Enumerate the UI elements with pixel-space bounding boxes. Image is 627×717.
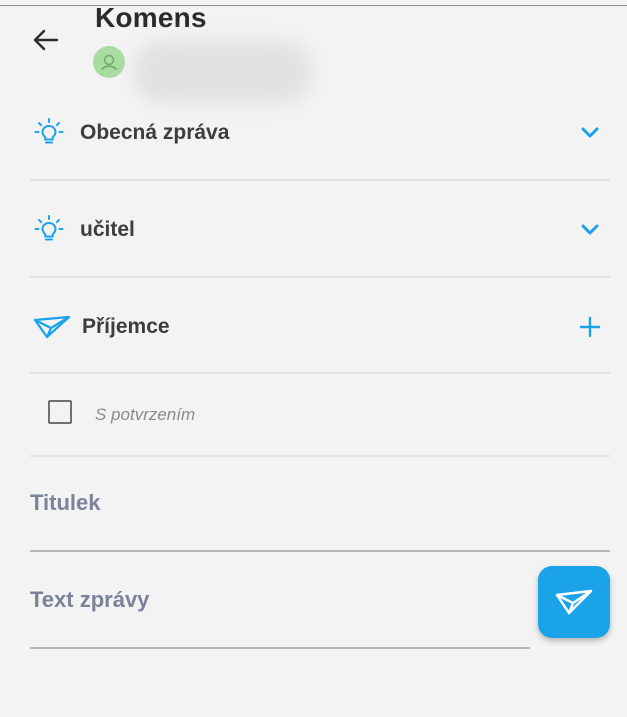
lightbulb-icon — [32, 213, 66, 247]
message-type-label: Obecná zpráva — [80, 121, 230, 144]
divider — [30, 179, 610, 181]
avatar — [93, 46, 125, 78]
page-title: Komens — [95, 2, 207, 33]
chevron-down-icon[interactable] — [576, 119, 604, 147]
paper-plane-icon — [555, 589, 593, 615]
send-button[interactable] — [538, 566, 610, 638]
message-body-underline — [30, 647, 530, 649]
user-avatar-icon — [101, 54, 117, 71]
back-button[interactable] — [26, 22, 66, 58]
plus-icon[interactable] — [576, 313, 604, 341]
recipients-label: Příjemce — [82, 315, 170, 338]
message-type-select[interactable]: Obecná zpráva — [30, 101, 610, 165]
divider — [30, 455, 610, 457]
arrow-left-icon — [33, 29, 59, 51]
subject-underline — [30, 550, 610, 552]
confirmation-label: S potvrzením — [95, 405, 196, 424]
message-body-input[interactable]: Text zprávy — [30, 587, 149, 613]
sender-role-select[interactable]: učitel — [30, 198, 610, 262]
divider — [30, 372, 610, 374]
blurred-user-name — [133, 40, 313, 104]
sender-role-label: učitel — [80, 218, 135, 241]
chevron-down-icon[interactable] — [576, 216, 604, 244]
lightbulb-icon — [32, 116, 66, 150]
recipients-row[interactable]: Příjemce — [30, 295, 610, 359]
subject-input[interactable]: Titulek — [30, 490, 101, 516]
confirmation-checkbox[interactable] — [48, 400, 72, 424]
paper-plane-icon — [32, 310, 72, 344]
divider — [30, 276, 610, 278]
